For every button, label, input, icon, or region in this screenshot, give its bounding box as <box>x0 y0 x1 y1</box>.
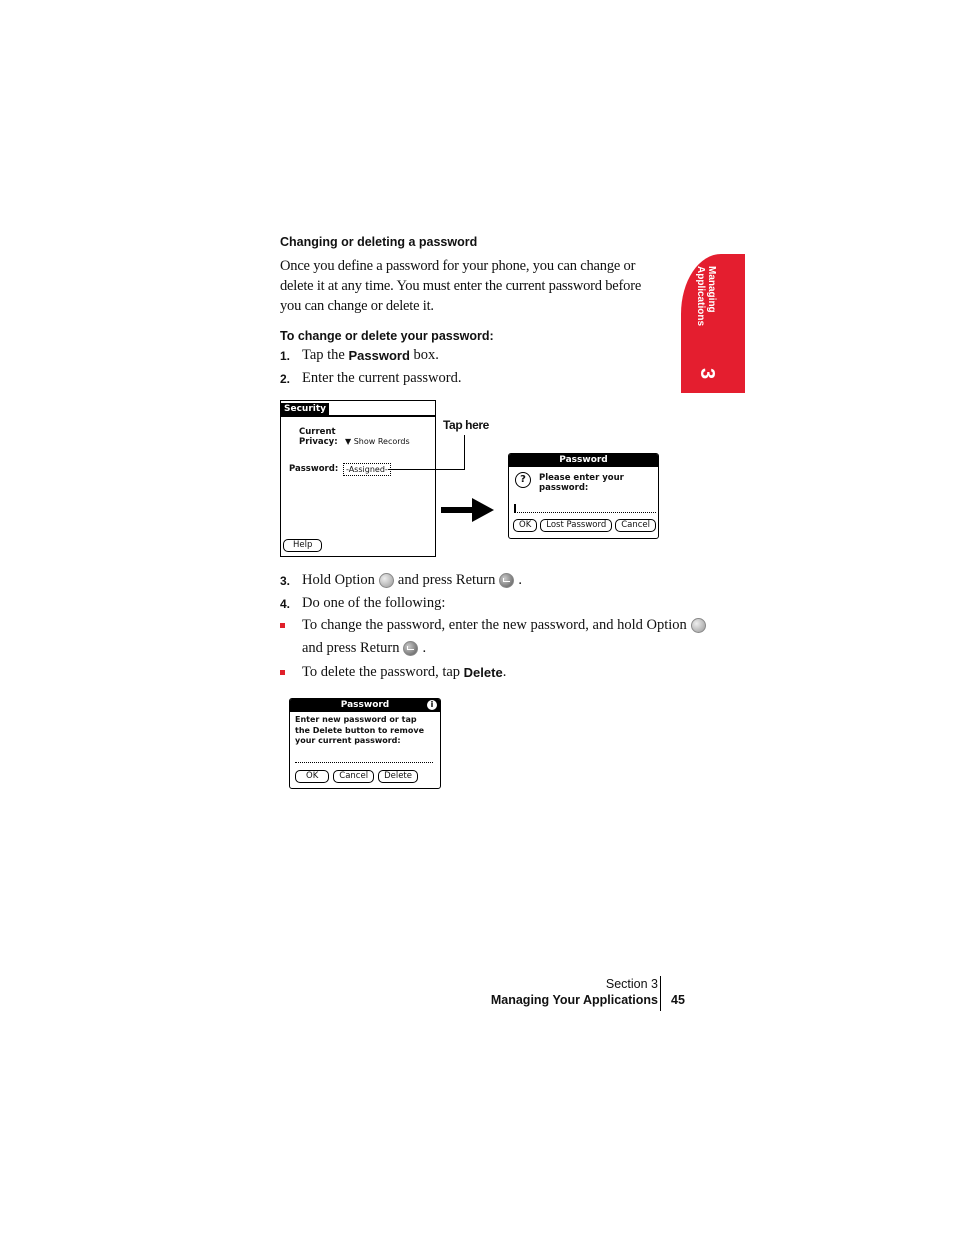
delete-button[interactable]: Delete <box>378 770 418 783</box>
ok-button[interactable]: OK <box>295 770 330 783</box>
step-bold: Password <box>348 348 410 363</box>
prompt-line: Please enter your <box>539 473 624 483</box>
option-key-icon <box>690 618 706 633</box>
step-4: 4. Do one of the following: <box>280 595 445 612</box>
intro-paragraph: Once you define a password for your phon… <box>280 258 642 314</box>
step-text: Tap the <box>302 347 349 363</box>
callout-line <box>388 469 465 470</box>
dropdown-arrow-icon: ▼ <box>345 437 352 446</box>
prompt-line: password: <box>539 483 589 493</box>
security-screen: Security Current Privacy: ▼ Show Records… <box>280 400 436 557</box>
tap-here-callout: Tap here <box>443 418 489 432</box>
bullet-delete: To delete the password, tap Delete. <box>280 664 506 681</box>
chapter-side-tab: Managing Applications 3 <box>681 254 745 393</box>
bullet-marker <box>280 670 285 675</box>
side-tab-line: Applications <box>695 266 706 327</box>
new-password-input[interactable] <box>295 757 433 763</box>
cancel-button[interactable]: Cancel <box>615 519 657 532</box>
bullet-text: To delete the password, tap <box>302 664 464 680</box>
bullet-marker <box>280 623 285 628</box>
step-text: Enter the current password. <box>302 370 462 386</box>
footer-divider <box>660 976 661 1011</box>
dialog-title: Password <box>509 454 658 467</box>
step-number: 4. <box>280 596 291 611</box>
bullet-text: . <box>422 640 427 656</box>
message-line: the Delete button to remove <box>295 725 424 735</box>
privacy-label-line: Current <box>299 427 336 437</box>
info-icon[interactable]: i <box>427 700 437 710</box>
step-number: 2. <box>280 371 291 386</box>
bullet-change: To change the password, enter the new pa… <box>280 617 710 634</box>
privacy-value: Show Records <box>353 437 410 446</box>
bullet-text: To change the password, enter the new pa… <box>302 617 687 633</box>
dialog-buttons: OK Lost Password Cancel <box>513 519 657 532</box>
return-key-icon <box>499 573 515 588</box>
arrow-right-icon <box>441 498 494 522</box>
question-icon: ? <box>515 472 531 488</box>
step-number: 1. <box>280 348 291 363</box>
section-heading: Changing or deleting a password <box>280 235 478 249</box>
privacy-label-line: Privacy: <box>299 437 338 447</box>
side-tab-label: Managing Applications <box>695 266 717 326</box>
message-line: your current password: <box>295 736 401 745</box>
lost-password-button[interactable]: Lost Password <box>540 519 613 532</box>
option-key-icon <box>378 573 394 588</box>
callout-line <box>464 435 465 470</box>
step-text: . <box>518 572 522 588</box>
dialog-title-text: Password <box>340 700 390 710</box>
dialog-buttons: OK Cancel Delete <box>295 770 418 783</box>
help-button[interactable]: Help <box>283 539 323 552</box>
page-number: 45 <box>671 993 685 1007</box>
password-input[interactable] <box>514 504 656 513</box>
bullet-text: . <box>502 664 507 680</box>
side-tab-line: Managing <box>706 266 717 313</box>
side-tab-number: 3 <box>696 367 719 380</box>
password-box[interactable]: -Assigned- <box>343 463 391 476</box>
step-number: 3. <box>280 573 291 588</box>
dialog-prompt: Please enter your password: <box>539 473 624 493</box>
bullet-bold: Delete <box>463 665 503 680</box>
password-dialog: Password ? Please enter your password: O… <box>508 453 659 539</box>
privacy-label: Current Privacy: <box>299 427 338 447</box>
dialog-message: Enter new password or tap the Delete but… <box>295 715 424 747</box>
ok-button[interactable]: OK <box>513 519 538 532</box>
privacy-dropdown[interactable]: ▼ Show Records <box>345 437 410 446</box>
step-text: Hold Option <box>302 572 375 588</box>
footer-section: Section 3 <box>605 977 658 991</box>
footer-chapter: Managing Your Applications <box>490 993 658 1007</box>
step-text: and press Return <box>397 572 496 588</box>
step-text: box. <box>409 347 439 363</box>
new-password-dialog: Password i Enter new password or tap the… <box>289 698 441 789</box>
step-text: Do one of the following: <box>302 595 446 611</box>
security-tab: Security <box>281 403 330 415</box>
password-label: Password: <box>289 464 339 474</box>
cancel-button[interactable]: Cancel <box>333 770 375 783</box>
dialog-title: Password i <box>290 699 440 712</box>
procedure-heading: To change or delete your password: <box>280 329 494 343</box>
step-3: 3. Hold Option and press Return . <box>280 572 522 589</box>
bullet-change-cont: and press Return . <box>302 640 426 657</box>
message-line: Enter new password or tap <box>295 715 417 724</box>
bullet-text: and press Return <box>302 640 400 656</box>
step-2: 2. Enter the current password. <box>280 370 461 387</box>
step-1: 1. Tap the Password box. <box>280 347 439 364</box>
return-key-icon <box>403 641 419 656</box>
